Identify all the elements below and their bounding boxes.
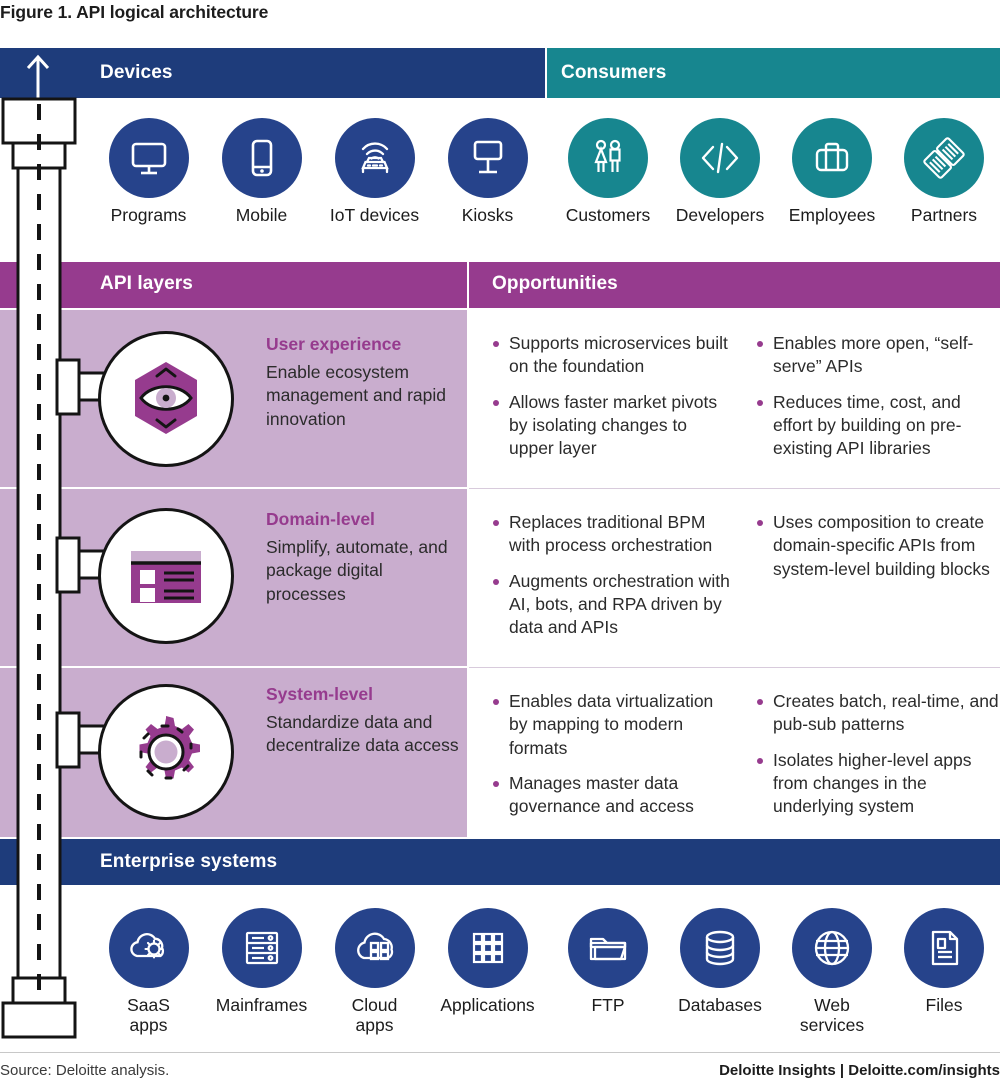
device-label-programs: Programs	[110, 205, 187, 225]
enterprise-label-ftp: FTP	[591, 995, 625, 1015]
enterprise-icon-row-left: SaaS apps Mainframes Cloud apps Applicat…	[92, 908, 544, 1035]
opportunities-col-left-user-experience: Supports microservices built on the foun…	[469, 310, 735, 472]
api-layer-title-system-level: System-level	[266, 684, 374, 704]
api-layer-desc-system-level: Standardize data and decentralize data a…	[266, 712, 459, 756]
people-icon	[568, 118, 648, 198]
list-item: Augments orchestration with AI, bots, an…	[491, 570, 735, 640]
opportunities-band-label: Opportunities	[492, 273, 618, 294]
list-item: Uses composition to create domain-specif…	[755, 511, 1000, 581]
consumer-item-customers[interactable]: Customers	[552, 118, 664, 226]
api-layer-text-domain-level: Domain-level Simplify, automate, and pac…	[266, 509, 461, 606]
grid-apps-icon	[447, 908, 528, 988]
eye-hexagon-icon	[98, 331, 234, 467]
brand-credit: Deloitte Insights | Deloitte.com/insight…	[719, 1062, 1000, 1079]
opportunity-list: Supports microservices built on the foun…	[491, 332, 735, 460]
device-item-kiosks[interactable]: Kiosks	[431, 118, 544, 226]
enterprise-item-files[interactable]: Files	[888, 908, 1000, 1035]
api-layer-desc-user-experience: Enable ecosystem management and rapid in…	[266, 362, 446, 429]
consumer-label-developers: Developers	[675, 205, 765, 225]
enterprise-item-mainframes[interactable]: Mainframes	[205, 908, 318, 1035]
kiosk-icon	[447, 118, 528, 198]
mobile-phone-icon	[221, 118, 302, 198]
enterprise-label-mainframes: Mainframes	[215, 995, 308, 1015]
database-icon	[680, 908, 760, 988]
list-item: Reduces time, cost, and effort by buildi…	[755, 391, 1000, 461]
opportunities-user-experience: Supports microservices built on the foun…	[469, 310, 1000, 472]
device-label-kiosks: Kiosks	[461, 205, 514, 225]
list-item: Allows faster market pivots by isolating…	[491, 391, 735, 461]
connected-car-icon	[334, 118, 415, 198]
briefcase-icon	[792, 118, 872, 198]
code-tags-icon	[680, 118, 760, 198]
folder-icon	[568, 908, 648, 988]
upward-flow-arrow-icon	[26, 54, 50, 98]
list-item: Replaces traditional BPM with process or…	[491, 511, 735, 558]
api-layer-title-user-experience: User experience	[266, 334, 402, 354]
cloud-apps-icon	[334, 908, 415, 988]
list-item: Manages master data governance and acces…	[491, 772, 735, 819]
list-item: Isolates higher-level apps from changes …	[755, 749, 1000, 819]
opportunities-col-left-system-level: Enables data virtualization by mapping t…	[469, 668, 735, 830]
enterprise-item-saas-apps[interactable]: SaaS apps	[92, 908, 205, 1035]
enterprise-item-applications[interactable]: Applications	[431, 908, 544, 1035]
device-item-programs[interactable]: Programs	[92, 118, 205, 226]
figure-root: Figure 1. API logical architecture Devic…	[0, 0, 1000, 1088]
consumer-label-partners: Partners	[910, 205, 978, 225]
opportunity-list: Uses composition to create domain-specif…	[755, 511, 1000, 581]
list-item: Enables data virtualization by mapping t…	[491, 690, 735, 760]
list-item: Creates batch, real-time, and pub-sub pa…	[755, 690, 1000, 737]
source-note: Source: Deloitte analysis.	[0, 1062, 170, 1079]
enterprise-label-web-services: Web services	[799, 995, 865, 1035]
document-icon	[904, 908, 984, 988]
consumer-item-employees[interactable]: Employees	[776, 118, 888, 226]
server-rack-icon	[221, 908, 302, 988]
consumers-icon-row: Customers Developers Employees Partners	[552, 118, 1000, 226]
device-label-iot: IoT devices	[329, 205, 420, 225]
opportunities-col-right-domain-level: Uses composition to create domain-specif…	[735, 489, 1000, 651]
opportunity-list: Replaces traditional BPM with process or…	[491, 511, 735, 639]
consumer-item-developers[interactable]: Developers	[664, 118, 776, 226]
list-item: Supports microservices built on the foun…	[491, 332, 735, 379]
enterprise-label-applications: Applications	[440, 995, 535, 1015]
device-item-iot[interactable]: IoT devices	[318, 118, 431, 226]
list-item: Enables more open, “self-serve” APIs	[755, 332, 1000, 379]
devices-icon-row: Programs Mobile IoT devices Kiosks	[92, 118, 544, 226]
handshake-icon	[904, 118, 984, 198]
opportunities-domain-level: Replaces traditional BPM with process or…	[469, 489, 1000, 651]
consumer-label-employees: Employees	[788, 205, 876, 225]
api-layer-text-user-experience: User experience Enable ecosystem managem…	[266, 334, 461, 431]
opportunities-system-level: Enables data virtualization by mapping t…	[469, 668, 1000, 830]
form-panel-icon	[98, 508, 234, 644]
consumers-band-label: Consumers	[561, 62, 667, 83]
enterprise-item-databases[interactable]: Databases	[664, 908, 776, 1035]
globe-icon	[792, 908, 872, 988]
opportunity-list: Creates batch, real-time, and pub-sub pa…	[755, 690, 1000, 818]
gear-icon	[98, 684, 234, 820]
enterprise-label-saas-apps: SaaS apps	[127, 995, 170, 1035]
api-layer-text-system-level: System-level Standardize data and decent…	[266, 684, 461, 758]
api-layer-desc-domain-level: Simplify, automate, and package digital …	[266, 537, 448, 604]
opportunities-col-right-user-experience: Enables more open, “self-serve” APIs Red…	[735, 310, 1000, 472]
enterprise-systems-band-label: Enterprise systems	[100, 851, 278, 872]
api-layer-title-domain-level: Domain-level	[266, 509, 375, 529]
enterprise-label-files: Files	[925, 995, 963, 1015]
enterprise-icon-row-right: FTP Databases Web services Files	[552, 908, 1000, 1035]
device-item-mobile[interactable]: Mobile	[205, 118, 318, 226]
enterprise-item-ftp[interactable]: FTP	[552, 908, 664, 1035]
enterprise-label-cloud-apps: Cloud apps	[351, 995, 398, 1035]
consumer-item-partners[interactable]: Partners	[888, 118, 1000, 226]
enterprise-label-databases: Databases	[678, 995, 762, 1015]
enterprise-item-web-services[interactable]: Web services	[776, 908, 888, 1035]
footer-divider	[0, 1052, 1000, 1053]
opportunity-list: Enables more open, “self-serve” APIs Red…	[755, 332, 1000, 460]
opportunities-col-left-domain-level: Replaces traditional BPM with process or…	[469, 489, 735, 651]
consumer-label-customers: Customers	[565, 205, 651, 225]
enterprise-item-cloud-apps[interactable]: Cloud apps	[318, 908, 431, 1035]
cloud-gear-icon	[108, 908, 189, 988]
opportunity-list: Enables data virtualization by mapping t…	[491, 690, 735, 818]
device-label-mobile: Mobile	[235, 205, 288, 225]
monitor-icon	[108, 118, 189, 198]
opportunities-col-right-system-level: Creates batch, real-time, and pub-sub pa…	[735, 668, 1000, 830]
